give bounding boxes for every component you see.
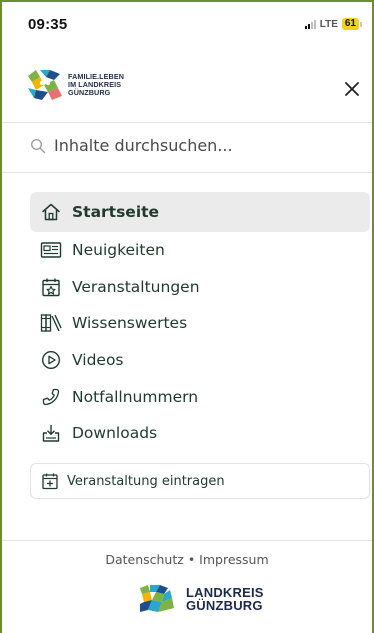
battery-level: 61 [341, 18, 359, 30]
nav-label-videos: Videos [72, 351, 124, 370]
nav-item-downloads[interactable]: Downloads [30, 415, 370, 452]
logo-line-3: GÜNZBURG [68, 88, 111, 98]
play-circle-icon [40, 349, 62, 371]
familie-logo-emblem-icon [28, 70, 62, 100]
nav-item-notfallnummern[interactable]: Notfallnummern [30, 378, 370, 415]
close-icon [345, 82, 359, 96]
nav-item-wissenswertes[interactable]: Wissenswertes [30, 305, 370, 342]
search-input[interactable] [54, 136, 334, 155]
nav-item-neuigkeiten[interactable]: Neuigkeiten [30, 232, 370, 269]
footer-divider [2, 540, 372, 541]
landkreis-logo[interactable]: LANDKREIS GÜNZBURG [138, 584, 264, 614]
imprint-link[interactable]: Impressum [199, 552, 268, 567]
phone-icon [40, 386, 62, 408]
nav-item-startseite[interactable]: Startseite [30, 192, 370, 232]
landkreis-logo-text: LANDKREIS GÜNZBURG [186, 586, 264, 612]
landkreis-logo-emblem-icon [140, 585, 174, 612]
nav-item-veranstaltungen[interactable]: Veranstaltungen [30, 269, 370, 306]
footer-links: Datenschutz • Impressum [2, 552, 372, 567]
download-icon [40, 422, 62, 444]
nav-label-downloads: Downloads [72, 424, 158, 443]
battery-icon: 61 [341, 18, 362, 30]
nav-label-veranstaltungen: Veranstaltungen [72, 277, 200, 296]
search-icon [30, 138, 46, 153]
signal-icon [304, 19, 316, 29]
main-navigation: Startseite Neuigkeiten Veranstaltungen W… [30, 192, 370, 452]
books-icon [40, 312, 62, 334]
familie-logo-text: FAMILIE.LEBEN IM LANDKREIS GÜNZBURG [68, 72, 124, 98]
add-event-label: Veranstaltung eintragen [67, 473, 225, 489]
status-indicators: LTE 61 [304, 18, 362, 30]
privacy-link[interactable]: Datenschutz [105, 552, 184, 567]
header-divider [2, 122, 372, 123]
nav-label-notfallnummern: Notfallnummern [72, 387, 199, 406]
search-bar[interactable] [30, 136, 334, 155]
calendar-plus-icon [41, 472, 59, 490]
app-window: 09:35 LTE 61 FAMILIE.LEBEN IM LANDKREIS … [0, 0, 374, 633]
close-button[interactable] [340, 77, 364, 101]
network-type: LTE [319, 18, 338, 30]
calendar-star-icon [40, 276, 62, 298]
home-icon [40, 201, 62, 223]
add-event-button[interactable]: Veranstaltung eintragen [30, 463, 370, 499]
familie-leben-logo[interactable]: FAMILIE.LEBEN IM LANDKREIS GÜNZBURG [26, 68, 124, 102]
footer-separator: • [187, 552, 196, 567]
nav-label-wissenswertes: Wissenswertes [72, 314, 188, 333]
status-time: 09:35 [28, 16, 68, 33]
search-divider [2, 172, 372, 173]
newspaper-icon [40, 239, 62, 261]
nav-label-startseite: Startseite [72, 203, 160, 221]
nav-item-videos[interactable]: Videos [30, 342, 370, 379]
nav-label-neuigkeiten: Neuigkeiten [72, 241, 165, 260]
menu-header: FAMILIE.LEBEN IM LANDKREIS GÜNZBURG [2, 52, 372, 122]
footer-logo-line-2: GÜNZBURG [186, 598, 263, 613]
status-bar: 09:35 LTE 61 [2, 2, 372, 42]
